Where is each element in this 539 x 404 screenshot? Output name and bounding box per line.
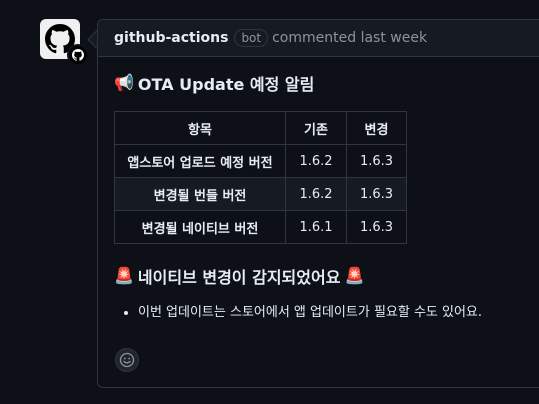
app-badge [67,44,89,66]
version-table: 항목 기존 변경 앱스토어 업로드 예정 버전 1.6.2 1.6.3 변경될 … [114,111,407,244]
comment-box: github-actions bot commented last week 📢… [97,19,539,388]
table-cell: 1.6.3 [346,210,407,244]
comment-title: 📢 OTA Update 예정 알림 [114,71,539,95]
table-row: 앱스토어 업로드 예정 버전 1.6.2 1.6.3 [114,144,407,178]
table-header: 항목 [114,111,286,145]
table-cell: 1.6.2 [285,144,347,178]
siren-icon: 🚨 [114,266,134,285]
comment-title-text: OTA Update 예정 알림 [137,75,315,94]
table-cell: 1.6.1 [285,210,347,244]
table-header-row: 항목 기존 변경 [114,111,407,145]
github-mini-icon [72,49,84,61]
table-header: 기존 [285,111,347,145]
smiley-icon [119,352,135,368]
table-cell: 변경될 네이티브 버전 [114,210,286,244]
bullet-list: 이번 업데이트는 스토어에서 앱 업데이트가 필요할 수도 있어요. [114,302,539,324]
megaphone-icon: 📢 [114,73,134,92]
comment-timestamp[interactable]: commented last week [272,30,427,46]
table-cell: 앱스토어 업로드 예정 버전 [114,144,286,178]
table-header: 변경 [346,111,407,145]
list-item: 이번 업데이트는 스토어에서 앱 업데이트가 필요할 수도 있어요. [138,302,539,324]
table-cell: 1.6.3 [346,177,407,211]
table-cell: 1.6.2 [285,177,347,211]
siren-icon: 🚨 [344,266,365,285]
comment-subtitle-text: 네이티브 변경이 감지되었어요 [137,268,341,287]
table-row: 변경될 네이티브 버전 1.6.1 1.6.3 [114,210,407,244]
author-link[interactable]: github-actions [114,30,228,46]
add-reaction-button[interactable] [115,348,139,372]
bot-badge: bot [234,29,269,47]
comment-subtitle: 🚨 네이티브 변경이 감지되었어요 🚨 [114,264,539,288]
table-cell: 변경될 번들 버전 [114,177,286,211]
table-cell: 1.6.3 [346,144,407,178]
comment-header: github-actions bot commented last week [98,20,539,57]
table-row: 변경될 번들 버전 1.6.2 1.6.3 [114,177,407,211]
comment-body: 📢 OTA Update 예정 알림 항목 기존 변경 앱스토어 업로드 예정 … [98,57,539,338]
